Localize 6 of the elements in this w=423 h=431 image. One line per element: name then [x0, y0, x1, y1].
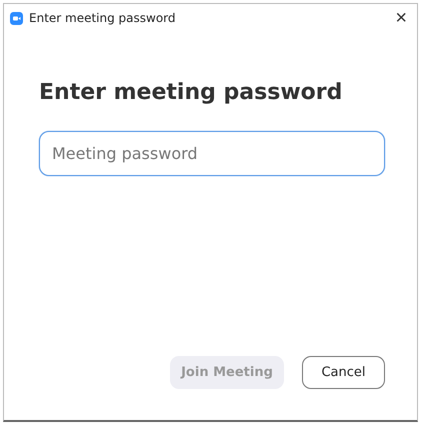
close-button[interactable]: ×: [391, 8, 411, 28]
dialog-heading: Enter meeting password: [39, 80, 344, 105]
password-field[interactable]: Meeting password: [39, 131, 385, 176]
cancel-button[interactable]: Cancel: [302, 356, 385, 389]
app-icon: [10, 12, 23, 24]
window-title: Enter meeting password: [29, 11, 177, 25]
